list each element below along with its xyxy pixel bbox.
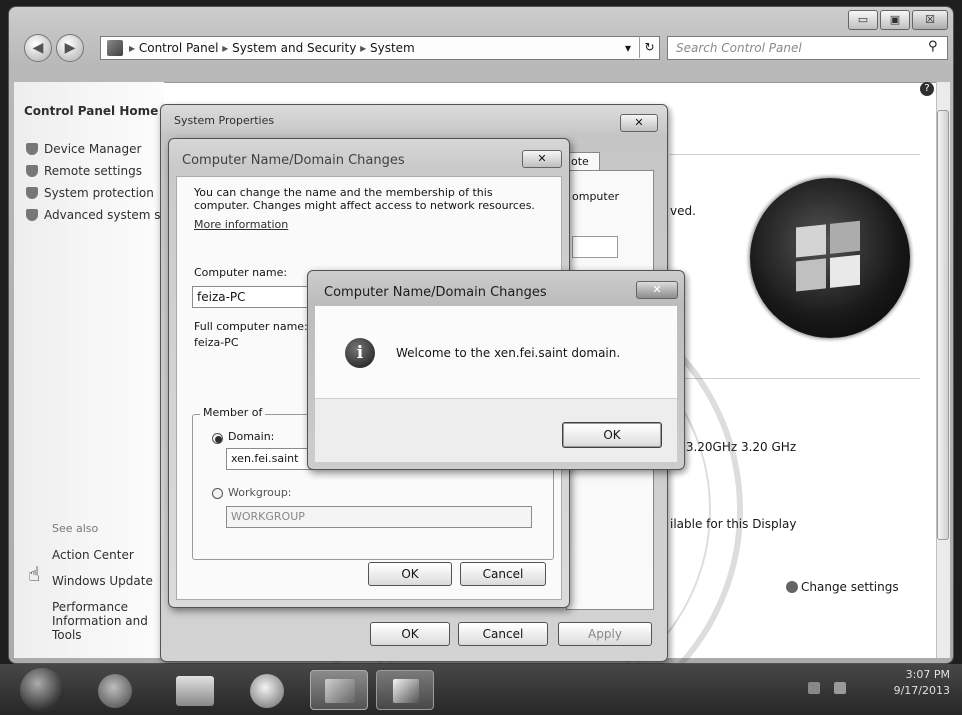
minimize-button[interactable]: ▭ — [848, 10, 878, 30]
domain-label: Domain: — [228, 430, 275, 443]
welcome-ok-button[interactable]: OK — [562, 422, 662, 448]
full-computer-name-value: feiza-PC — [194, 336, 239, 349]
domain-radio[interactable] — [212, 433, 223, 444]
link-action-center[interactable]: Action Center — [52, 548, 134, 562]
welcome-message: Welcome to the xen.fei.saint domain. — [396, 346, 621, 360]
computer-icon — [393, 679, 419, 703]
forward-icon[interactable]: ▶ — [56, 34, 84, 62]
close-window-button[interactable]: ☒ — [912, 10, 948, 30]
network-icon[interactable] — [808, 682, 820, 694]
system-properties-taskbar-button[interactable] — [376, 670, 434, 710]
computer-name-dialog-close-button[interactable]: ✕ — [522, 150, 562, 168]
welcome-dialog-close-button[interactable]: ✕ — [636, 281, 678, 299]
task-device-manager[interactable]: Device Manager — [26, 142, 141, 156]
help-icon[interactable]: ? — [920, 82, 934, 96]
system-properties-ok-button[interactable]: OK — [370, 622, 450, 646]
more-information-link[interactable]: More information — [194, 218, 288, 231]
file-explorer-icon[interactable] — [176, 676, 214, 706]
address-bar[interactable]: ▸ Control Panel ▸ System and Security ▸ … — [100, 36, 660, 60]
control-panel-icon — [107, 40, 123, 56]
back-icon[interactable]: ◀ — [24, 34, 52, 62]
system-properties-close-button[interactable]: ✕ — [620, 114, 658, 132]
volume-icon[interactable] — [834, 682, 846, 694]
full-computer-name-label: Full computer name: — [194, 320, 308, 333]
system-properties-title: System Properties — [174, 114, 275, 127]
info-icon: i — [345, 338, 375, 368]
text-field-fragment — [572, 236, 618, 258]
computer-name-label: Computer name: — [194, 266, 288, 279]
control-panel-icon — [325, 679, 355, 703]
breadcrumb-system-security[interactable]: System and Security — [232, 41, 356, 55]
welcome-dialog-title: Computer Name/Domain Changes — [324, 285, 547, 300]
clock-date[interactable]: 9/17/2013 — [860, 684, 950, 697]
intro-text: You can change the name and the membersh… — [194, 186, 535, 212]
search-placeholder: Search Control Panel — [676, 41, 802, 55]
shield-icon — [26, 165, 38, 177]
tab-remote[interactable]: ote — [566, 152, 600, 170]
start-button[interactable] — [20, 668, 64, 712]
task-remote-settings[interactable]: Remote settings — [26, 164, 142, 178]
divider — [670, 154, 920, 155]
link-performance-tools[interactable]: Performance Information and Tools — [52, 600, 162, 642]
breadcrumb-control-panel[interactable]: Control Panel — [139, 41, 219, 55]
shield-icon — [26, 209, 38, 221]
control-panel-home-link[interactable]: Control Panel Home — [24, 104, 158, 118]
workgroup-label: Workgroup: — [228, 486, 292, 499]
system-properties-apply-button[interactable]: Apply — [558, 622, 652, 646]
chevron-down-icon[interactable]: ▾ — [625, 37, 637, 59]
workgroup-input[interactable]: WORKGROUP — [226, 506, 532, 528]
breadcrumb: ▸ Control Panel ▸ System and Security ▸ … — [129, 41, 415, 55]
scrollbar-thumb[interactable] — [937, 110, 949, 540]
search-icon[interactable]: ⚲ — [928, 39, 938, 54]
shield-icon — [26, 187, 38, 199]
maximize-button[interactable]: ▣ — [880, 10, 910, 30]
control-panel-taskbar-button[interactable] — [310, 670, 368, 710]
refresh-icon[interactable]: ↻ — [639, 36, 659, 58]
link-windows-update[interactable]: Windows Update — [52, 574, 153, 588]
system-properties-cancel-button[interactable]: Cancel — [458, 622, 548, 646]
clock-time[interactable]: 3:07 PM — [860, 668, 950, 681]
task-system-protection[interactable]: System protection — [26, 186, 154, 200]
member-of-label: Member of — [200, 406, 266, 419]
copyright-fragment: ved. — [670, 204, 696, 218]
computer-name-ok-button[interactable]: OK — [368, 562, 452, 586]
computer-fragment: omputer — [572, 190, 620, 203]
see-also-heading: See also — [52, 522, 99, 535]
shield-icon — [26, 143, 38, 155]
computer-name-cancel-button[interactable]: Cancel — [460, 562, 546, 586]
workgroup-radio[interactable] — [212, 488, 223, 499]
media-player-icon[interactable] — [250, 674, 284, 708]
computer-name-dialog-title: Computer Name/Domain Changes — [182, 153, 405, 168]
breadcrumb-system[interactable]: System — [370, 41, 415, 55]
search-input[interactable]: Search Control Panel ⚲ — [667, 36, 948, 60]
internet-explorer-icon[interactable] — [98, 674, 132, 708]
hand-cursor-icon: ☝ — [28, 562, 41, 586]
